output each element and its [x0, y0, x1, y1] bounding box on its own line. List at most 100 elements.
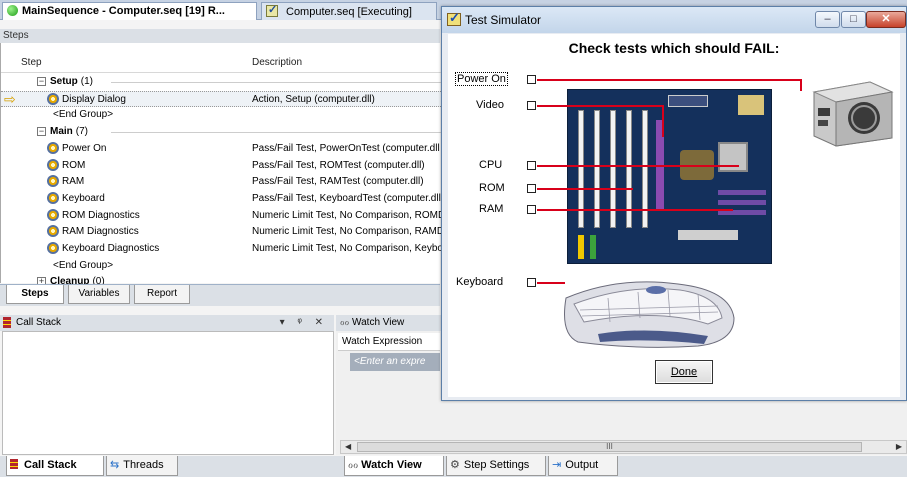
- tab-steps[interactable]: Steps: [6, 285, 64, 304]
- step-row[interactable]: RAM Diagnostics Numeric Limit Test, No Co…: [1, 224, 441, 240]
- tab-report[interactable]: Report: [134, 285, 190, 304]
- step-type-icon: [47, 208, 59, 221]
- minimize-button[interactable]: –: [815, 11, 840, 28]
- step-description: Pass/Fail Test, ROMTest (computer.dll): [252, 159, 425, 171]
- video-leader-drop: [662, 105, 664, 137]
- label-keyboard: Keyboard: [456, 276, 504, 288]
- dialog-title: Test Simulator: [465, 13, 542, 27]
- tab-step-settings-label: Step Settings: [463, 459, 530, 471]
- step-description: Action, Setup (computer.dll): [252, 93, 375, 105]
- maximize-button[interactable]: □: [841, 11, 866, 28]
- checkbox-cpu[interactable]: [527, 161, 536, 170]
- tab-threads[interactable]: ⇆ Threads: [106, 456, 178, 476]
- tab-watch-view[interactable]: ℴℴ Watch View: [344, 456, 444, 476]
- step-group-row[interactable]: − Setup (1): [1, 74, 441, 90]
- tab-variables[interactable]: Variables: [68, 285, 130, 304]
- cpu-leader-line: [537, 165, 739, 167]
- execution-pointer-icon: ⇨: [4, 91, 16, 107]
- steps-pane-tabs: Steps Variables Report: [0, 284, 440, 306]
- step-type-icon: [47, 175, 59, 188]
- step-description: Numeric Limit Test, No Comparison, RAMD: [252, 226, 441, 238]
- execution-icon: [266, 3, 278, 17]
- tab-output-label: Output: [565, 459, 599, 471]
- tab-computer-seq[interactable]: Computer.seq [Executing]: [261, 2, 437, 20]
- dialog-heading: Check tests which should FAIL:: [568, 40, 780, 56]
- close-button[interactable]: ✕: [866, 11, 906, 28]
- tab-main-sequence[interactable]: MainSequence - Computer.seq [19] R...: [2, 2, 257, 20]
- column-header-step[interactable]: Step: [21, 55, 42, 71]
- call-stack-title-bar: Call Stack ▾ ᵠ ✕: [0, 315, 334, 331]
- done-button-label: Done: [670, 366, 698, 378]
- power-on-leader-line: [537, 79, 801, 81]
- label-cpu: CPU: [479, 159, 503, 171]
- group-name: Main: [50, 126, 73, 138]
- step-group-row[interactable]: − Main (7): [1, 124, 441, 140]
- step-description: Pass/Fail Test, KeyboardTest (computer.d…: [252, 192, 441, 204]
- tab-call-stack-label: Call Stack: [24, 459, 77, 471]
- header-divider: [1, 72, 441, 73]
- step-description: Pass/Fail Test, PowerOnTest (computer.dl…: [252, 142, 440, 154]
- step-row[interactable]: Keyboard Pass/Fail Test, KeyboardTest (co…: [1, 191, 441, 207]
- step-settings-icon: ⚙: [450, 459, 460, 471]
- dialog-body: Check tests which should FAIL: Power On …: [448, 34, 900, 397]
- tab-call-stack[interactable]: Call Stack: [6, 456, 104, 476]
- step-type-icon: [47, 92, 59, 105]
- watch-view-title: Watch View: [352, 317, 405, 328]
- watch-expression-input[interactable]: <Enter an expre: [350, 353, 440, 371]
- step-type-icon: [47, 141, 59, 154]
- step-row[interactable]: Display Dialog Action, Setup (computer.dl…: [1, 90, 441, 107]
- watch-tab-icon: ℴℴ: [348, 459, 359, 471]
- pane-controls[interactable]: ▾ ᵠ ✕: [280, 315, 328, 331]
- ram-leader-line: [537, 209, 733, 211]
- watch-glasses-icon: ℴℴ: [340, 317, 350, 328]
- test-simulator-icon: [447, 10, 461, 26]
- step-row[interactable]: Keyboard Diagnostics Numeric Limit Test, …: [1, 241, 441, 257]
- tab-main-sequence-label: MainSequence - Computer.seq [19] R...: [22, 5, 225, 17]
- scroll-left-icon[interactable]: ◀: [345, 442, 351, 451]
- dialog-title-bar[interactable]: Test Simulator – □ ✕: [442, 7, 906, 33]
- step-name: Keyboard Diagnostics: [62, 243, 160, 254]
- watch-tabs: ℴℴ Watch View ⚙ Step Settings ⇥ Output: [336, 456, 907, 477]
- label-power-on: Power On: [455, 72, 508, 86]
- end-group-row[interactable]: <End Group>: [1, 107, 441, 123]
- step-row[interactable]: ROM Diagnostics Numeric Limit Test, No Co…: [1, 208, 441, 224]
- step-type-icon: [47, 158, 59, 171]
- call-stack-icon: [3, 317, 11, 328]
- checkbox-video[interactable]: [527, 101, 536, 110]
- keyboard-image: [564, 281, 735, 348]
- label-video: Video: [476, 99, 504, 111]
- label-ram: RAM: [479, 203, 504, 215]
- checkbox-rom[interactable]: [527, 184, 536, 193]
- tab-output[interactable]: ⇥ Output: [548, 456, 618, 476]
- collapse-icon[interactable]: −: [37, 76, 46, 86]
- checkbox-power-on[interactable]: [527, 75, 536, 84]
- step-type-icon: [47, 225, 59, 238]
- scroll-thumb[interactable]: III: [357, 442, 862, 452]
- watch-horizontal-scrollbar[interactable]: ◀ III ▶: [340, 440, 907, 454]
- checkbox-keyboard[interactable]: [527, 278, 536, 287]
- step-row[interactable]: RAM Pass/Fail Test, RAMTest (computer.dll…: [1, 174, 441, 190]
- tab-watch-view-label: Watch View: [361, 459, 422, 471]
- column-header-description[interactable]: Description: [252, 55, 302, 71]
- group-name: Setup: [50, 76, 78, 87]
- step-description: Numeric Limit Test, No Comparison, Keybo: [252, 243, 441, 254]
- group-divider: [111, 82, 441, 83]
- step-name: ROM Diagnostics: [62, 209, 140, 221]
- watch-view-title-bar: ℴℴ Watch View: [336, 315, 442, 331]
- power-supply-image: [812, 81, 894, 147]
- call-stack-tab-icon: [10, 459, 18, 469]
- call-stack-list[interactable]: [2, 331, 334, 455]
- tab-threads-label: Threads: [123, 459, 164, 471]
- end-group-row[interactable]: <End Group>: [1, 258, 441, 274]
- step-row[interactable]: Power On Pass/Fail Test, PowerOnTest (com…: [1, 141, 441, 157]
- scroll-right-icon[interactable]: ▶: [896, 442, 902, 451]
- checkbox-ram[interactable]: [527, 205, 536, 214]
- collapse-icon[interactable]: −: [37, 126, 46, 136]
- step-row[interactable]: ROM Pass/Fail Test, ROMTest (computer.dll…: [1, 158, 441, 174]
- rom-leader-line: [537, 188, 633, 190]
- group-count: (7): [75, 126, 89, 138]
- tab-step-settings[interactable]: ⚙ Step Settings: [446, 456, 546, 476]
- watch-expression-header[interactable]: Watch Expression: [338, 333, 440, 351]
- done-button[interactable]: Done: [655, 360, 713, 384]
- group-divider: [111, 132, 441, 134]
